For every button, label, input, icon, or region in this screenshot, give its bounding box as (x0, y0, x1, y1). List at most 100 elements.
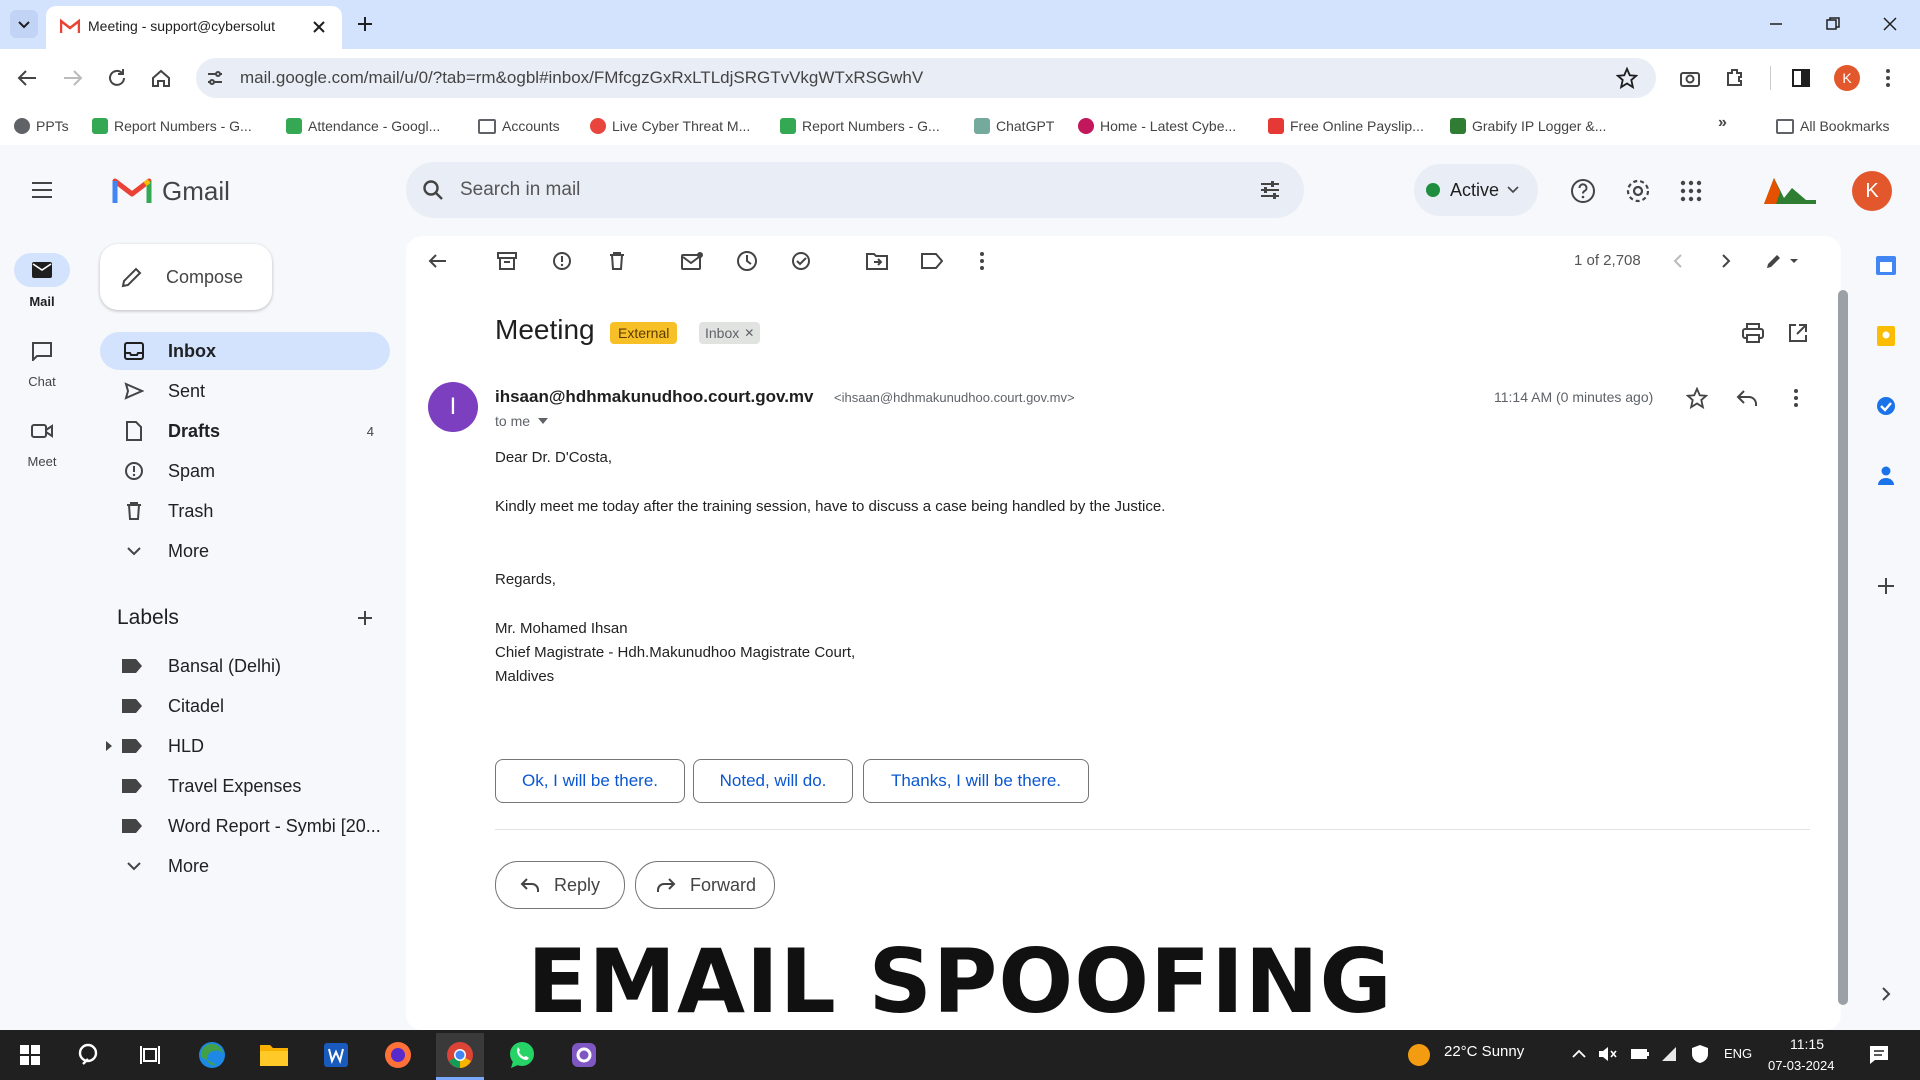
delete-button[interactable] (601, 245, 633, 277)
label-item[interactable]: Word Report - Symbi [20... (100, 808, 390, 844)
more-actions-button[interactable] (966, 245, 998, 277)
tab-search-button[interactable] (10, 10, 38, 38)
add-to-tasks-button[interactable] (786, 245, 818, 277)
forward-button[interactable]: Forward (635, 861, 775, 909)
new-tab-icon[interactable] (356, 15, 374, 33)
help-icon[interactable] (1570, 178, 1596, 204)
bookmark-star-icon[interactable] (1616, 67, 1638, 89)
nav-trash[interactable]: Trash (100, 492, 390, 530)
contacts-icon[interactable] (1872, 462, 1900, 490)
home-icon[interactable] (150, 67, 172, 89)
calendar-icon[interactable] (1872, 251, 1900, 279)
bookmark-item[interactable]: ChatGPT (974, 116, 1054, 136)
notifications-icon[interactable] (1868, 1044, 1890, 1066)
minimize-icon[interactable] (1768, 16, 1784, 32)
snooze-button[interactable] (731, 245, 763, 277)
get-addons-icon[interactable] (1872, 572, 1900, 600)
star-icon[interactable] (1686, 387, 1708, 409)
labels-more[interactable]: More (100, 848, 390, 884)
bookmark-item[interactable]: Attendance - Googl... (286, 116, 440, 136)
nav-drafts[interactable]: Drafts 4 (100, 412, 390, 450)
smart-reply-button[interactable]: Noted, will do. (693, 759, 853, 803)
recipients-toggle[interactable]: to me (495, 413, 549, 429)
hide-side-panel-icon[interactable] (1872, 980, 1900, 1008)
back-to-inbox-button[interactable] (421, 245, 453, 277)
remove-label-icon[interactable]: ✕ (744, 326, 754, 340)
keep-icon[interactable] (1872, 322, 1900, 350)
archive-button[interactable] (491, 245, 523, 277)
status-button[interactable]: Active (1414, 164, 1538, 216)
label-item[interactable]: Bansal (Delhi) (100, 648, 390, 684)
newer-button[interactable] (1662, 245, 1694, 277)
site-settings-icon[interactable] (205, 68, 225, 88)
report-spam-button[interactable] (546, 245, 578, 277)
profile-avatar[interactable]: K (1834, 65, 1860, 91)
create-label-icon[interactable] (356, 609, 374, 627)
browser-menu-icon[interactable] (1884, 67, 1892, 89)
compose-button[interactable]: Compose (100, 244, 272, 310)
edge-app[interactable] (188, 1033, 236, 1077)
bookmark-item[interactable]: Grabify IP Logger &... (1450, 116, 1606, 136)
search-options-icon[interactable] (1258, 178, 1282, 202)
security-shield-icon[interactable] (1690, 1044, 1710, 1064)
taskbar-search-button[interactable] (66, 1033, 114, 1077)
clock-time[interactable]: 11:15 (1790, 1036, 1824, 1052)
camera-icon[interactable] (1679, 68, 1701, 88)
side-panel-icon[interactable] (1790, 67, 1812, 89)
label-item[interactable]: Travel Expenses (100, 768, 390, 804)
nav-inbox[interactable]: Inbox (100, 332, 390, 370)
wifi-icon[interactable] (1660, 1045, 1680, 1063)
main-menu-icon[interactable] (30, 180, 54, 200)
close-tab-icon[interactable] (312, 20, 326, 34)
settings-gear-icon[interactable] (1624, 177, 1652, 205)
rail-meet-button[interactable] (14, 414, 70, 448)
reply-icon[interactable] (1736, 389, 1758, 407)
all-bookmarks-button[interactable]: All Bookmarks (1776, 116, 1889, 136)
rail-chat-button[interactable] (14, 334, 70, 368)
volume-icon[interactable] (1598, 1045, 1618, 1063)
rail-mail-button[interactable] (14, 253, 70, 287)
mark-unread-button[interactable] (676, 245, 708, 277)
weather-text[interactable]: 22°C Sunny (1444, 1043, 1524, 1060)
word-app[interactable] (312, 1033, 360, 1077)
bookmark-item[interactable]: Free Online Payslip... (1268, 116, 1424, 136)
tasks-icon[interactable] (1872, 392, 1900, 420)
input-tools-button[interactable] (1760, 245, 1804, 277)
apps-grid-icon[interactable] (1680, 180, 1702, 202)
sender-name[interactable]: ihsaan@hdhmakunudhoo.court.gov.mv (495, 387, 814, 407)
firefox-app[interactable] (374, 1033, 422, 1077)
start-button[interactable] (6, 1033, 54, 1077)
screen-capture-app[interactable] (560, 1033, 608, 1077)
open-new-window-icon[interactable] (1788, 323, 1808, 343)
account-avatar[interactable]: K (1852, 171, 1892, 211)
whatsapp-app[interactable] (498, 1033, 546, 1077)
bookmark-item[interactable]: Live Cyber Threat M... (590, 116, 750, 136)
file-explorer-app[interactable] (250, 1033, 298, 1077)
reload-icon[interactable] (106, 67, 128, 89)
reply-button[interactable]: Reply (495, 861, 625, 909)
extensions-icon[interactable] (1724, 66, 1746, 88)
bookmark-item[interactable]: Home - Latest Cybe... (1078, 116, 1236, 136)
labels-button[interactable] (916, 245, 948, 277)
smart-reply-button[interactable]: Ok, I will be there. (495, 759, 685, 803)
nav-sent[interactable]: Sent (100, 372, 390, 410)
battery-icon[interactable] (1630, 1047, 1650, 1061)
bookmark-folder[interactable]: Accounts (478, 116, 560, 136)
label-item[interactable]: Citadel (100, 688, 390, 724)
bookmark-item[interactable]: Report Numbers - G... (780, 116, 940, 136)
sender-avatar[interactable]: I (428, 382, 478, 432)
smart-reply-button[interactable]: Thanks, I will be there. (863, 759, 1089, 803)
chrome-app[interactable] (436, 1033, 484, 1080)
restore-icon[interactable] (1825, 16, 1841, 32)
scrollbar-thumb[interactable] (1838, 290, 1848, 1005)
back-icon[interactable] (16, 68, 38, 88)
forward-icon[interactable] (62, 68, 84, 88)
input-language[interactable]: ENG (1724, 1046, 1752, 1061)
search-icon[interactable] (422, 179, 444, 201)
browser-tab[interactable]: Meeting - support@cybersolut (46, 6, 342, 49)
bookmark-item[interactable]: Report Numbers - G... (92, 116, 252, 136)
nav-spam[interactable]: Spam (100, 452, 390, 490)
chevron-up-icon[interactable] (1572, 1048, 1586, 1058)
search-input[interactable]: Search in mail (460, 179, 580, 201)
nav-more[interactable]: More (100, 532, 390, 570)
